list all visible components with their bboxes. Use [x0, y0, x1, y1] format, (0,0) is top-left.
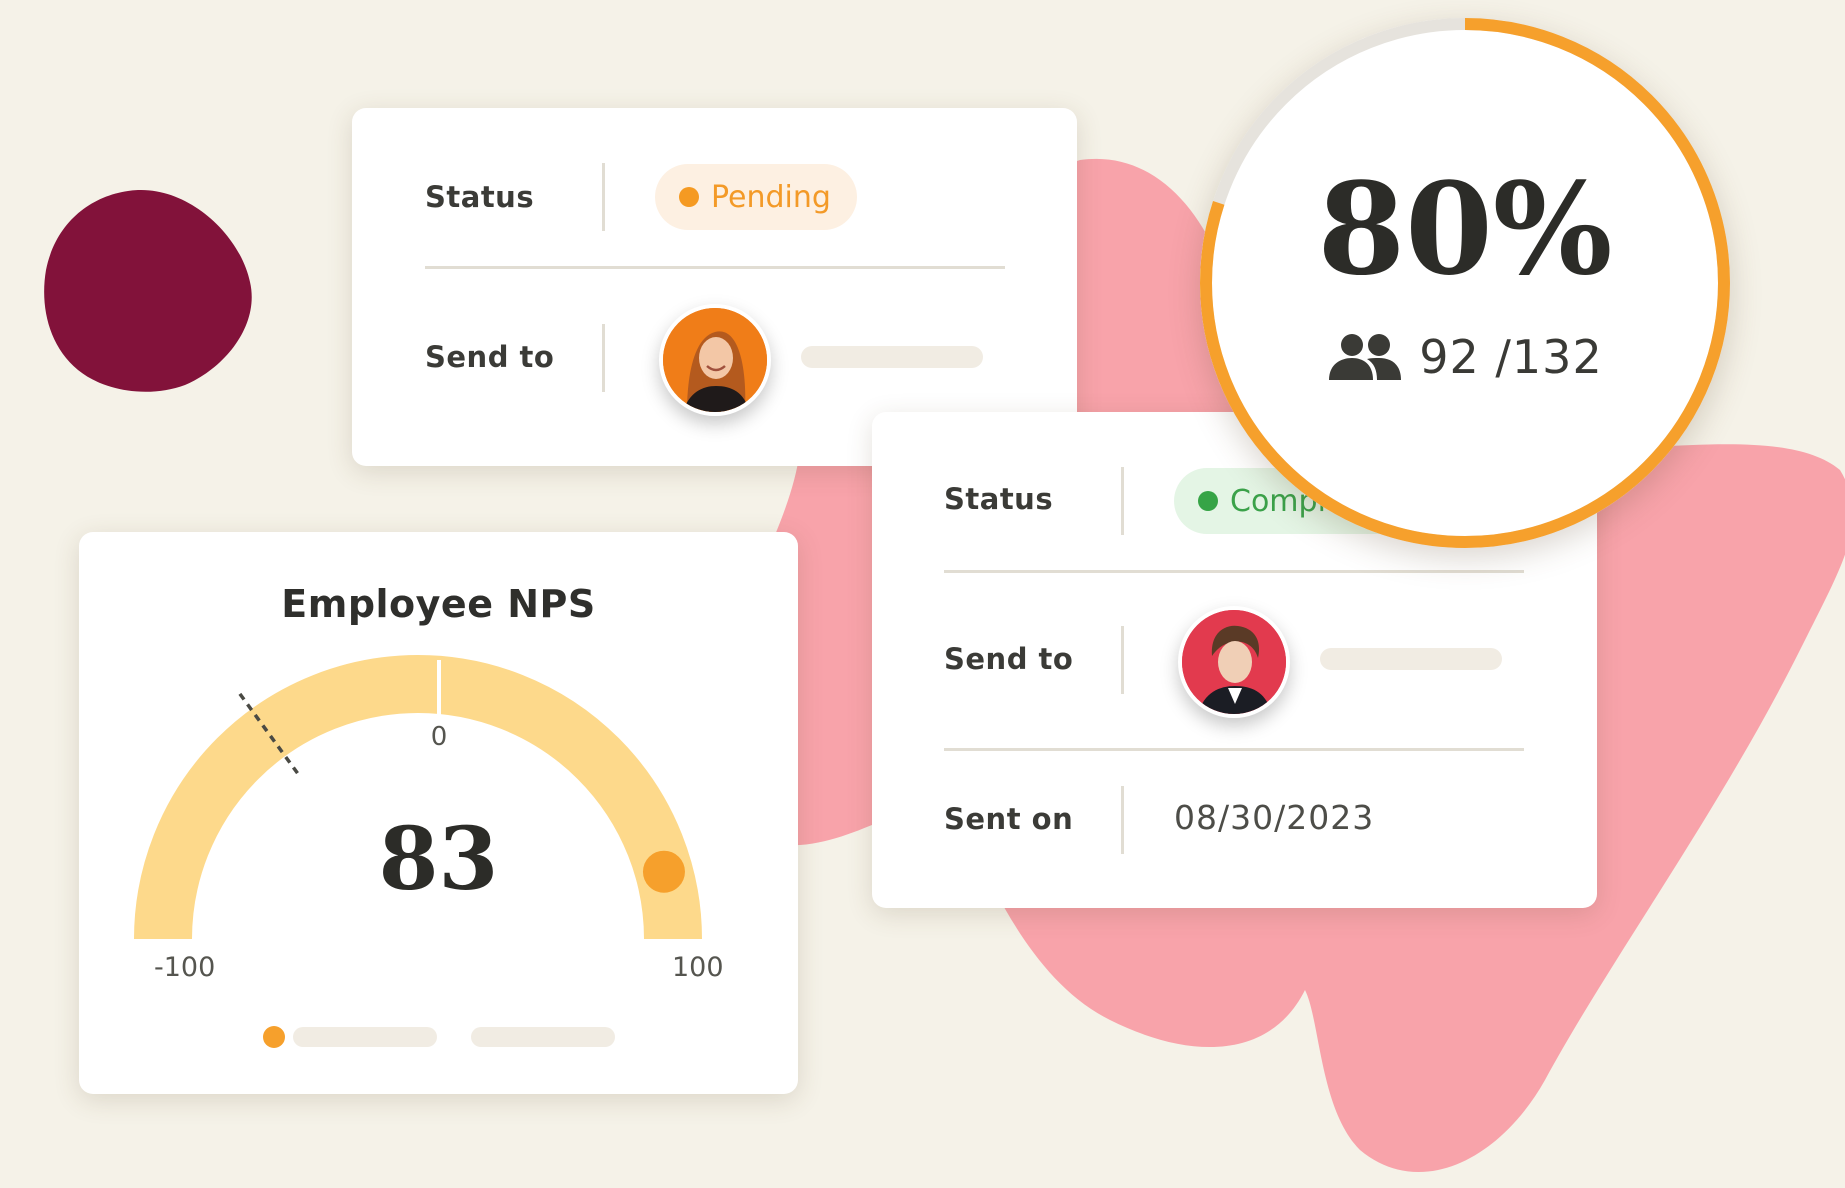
response-rate-percent: 80%	[1317, 155, 1613, 303]
nps-gauge-zero-label: 0	[430, 722, 448, 752]
people-icon	[1329, 334, 1402, 380]
person-avatar-woman-icon	[663, 308, 767, 412]
status-label: Status	[944, 482, 1054, 516]
recipient-avatar[interactable]	[659, 304, 771, 416]
send-to-label: Send to	[944, 642, 1074, 676]
divider-horizontal	[944, 570, 1524, 573]
nps-min-label: -100	[154, 952, 216, 983]
response-count: 92 /132	[1419, 330, 1603, 384]
legend-dot-icon	[263, 1026, 285, 1048]
divider-vertical	[1121, 467, 1124, 535]
maroon-blob-shape	[44, 189, 252, 392]
divider-vertical	[602, 163, 605, 231]
divider-horizontal	[944, 748, 1524, 751]
nps-score: 83	[378, 809, 499, 910]
recipient-name-placeholder	[801, 346, 983, 368]
employee-nps-card[interactable]: Employee NPS 0 83 -100 100	[79, 532, 798, 1094]
divider-vertical	[1121, 626, 1124, 694]
status-badge-pending: Pending	[655, 164, 857, 230]
sent-on-label: Sent on	[944, 802, 1074, 836]
person-avatar-man-icon	[1182, 610, 1286, 714]
status-label: Status	[425, 180, 535, 214]
legend-placeholder	[293, 1027, 437, 1047]
divider-horizontal	[425, 266, 1005, 269]
legend-placeholder	[471, 1027, 615, 1047]
send-to-label: Send to	[425, 340, 555, 374]
sent-on-date: 08/30/2023	[1174, 798, 1375, 837]
divider-vertical	[602, 324, 605, 392]
nps-legend	[263, 1026, 633, 1050]
status-badge-label: Pending	[711, 179, 831, 215]
recipient-avatar[interactable]	[1178, 606, 1290, 718]
recipient-name-placeholder	[1320, 648, 1502, 670]
response-rate-widget: 80% 92 /132	[1200, 18, 1730, 548]
status-dot-icon	[679, 187, 699, 207]
divider-vertical	[1121, 786, 1124, 854]
response-count-row: 92 /132	[1200, 330, 1730, 384]
nps-max-label: 100	[672, 952, 724, 983]
